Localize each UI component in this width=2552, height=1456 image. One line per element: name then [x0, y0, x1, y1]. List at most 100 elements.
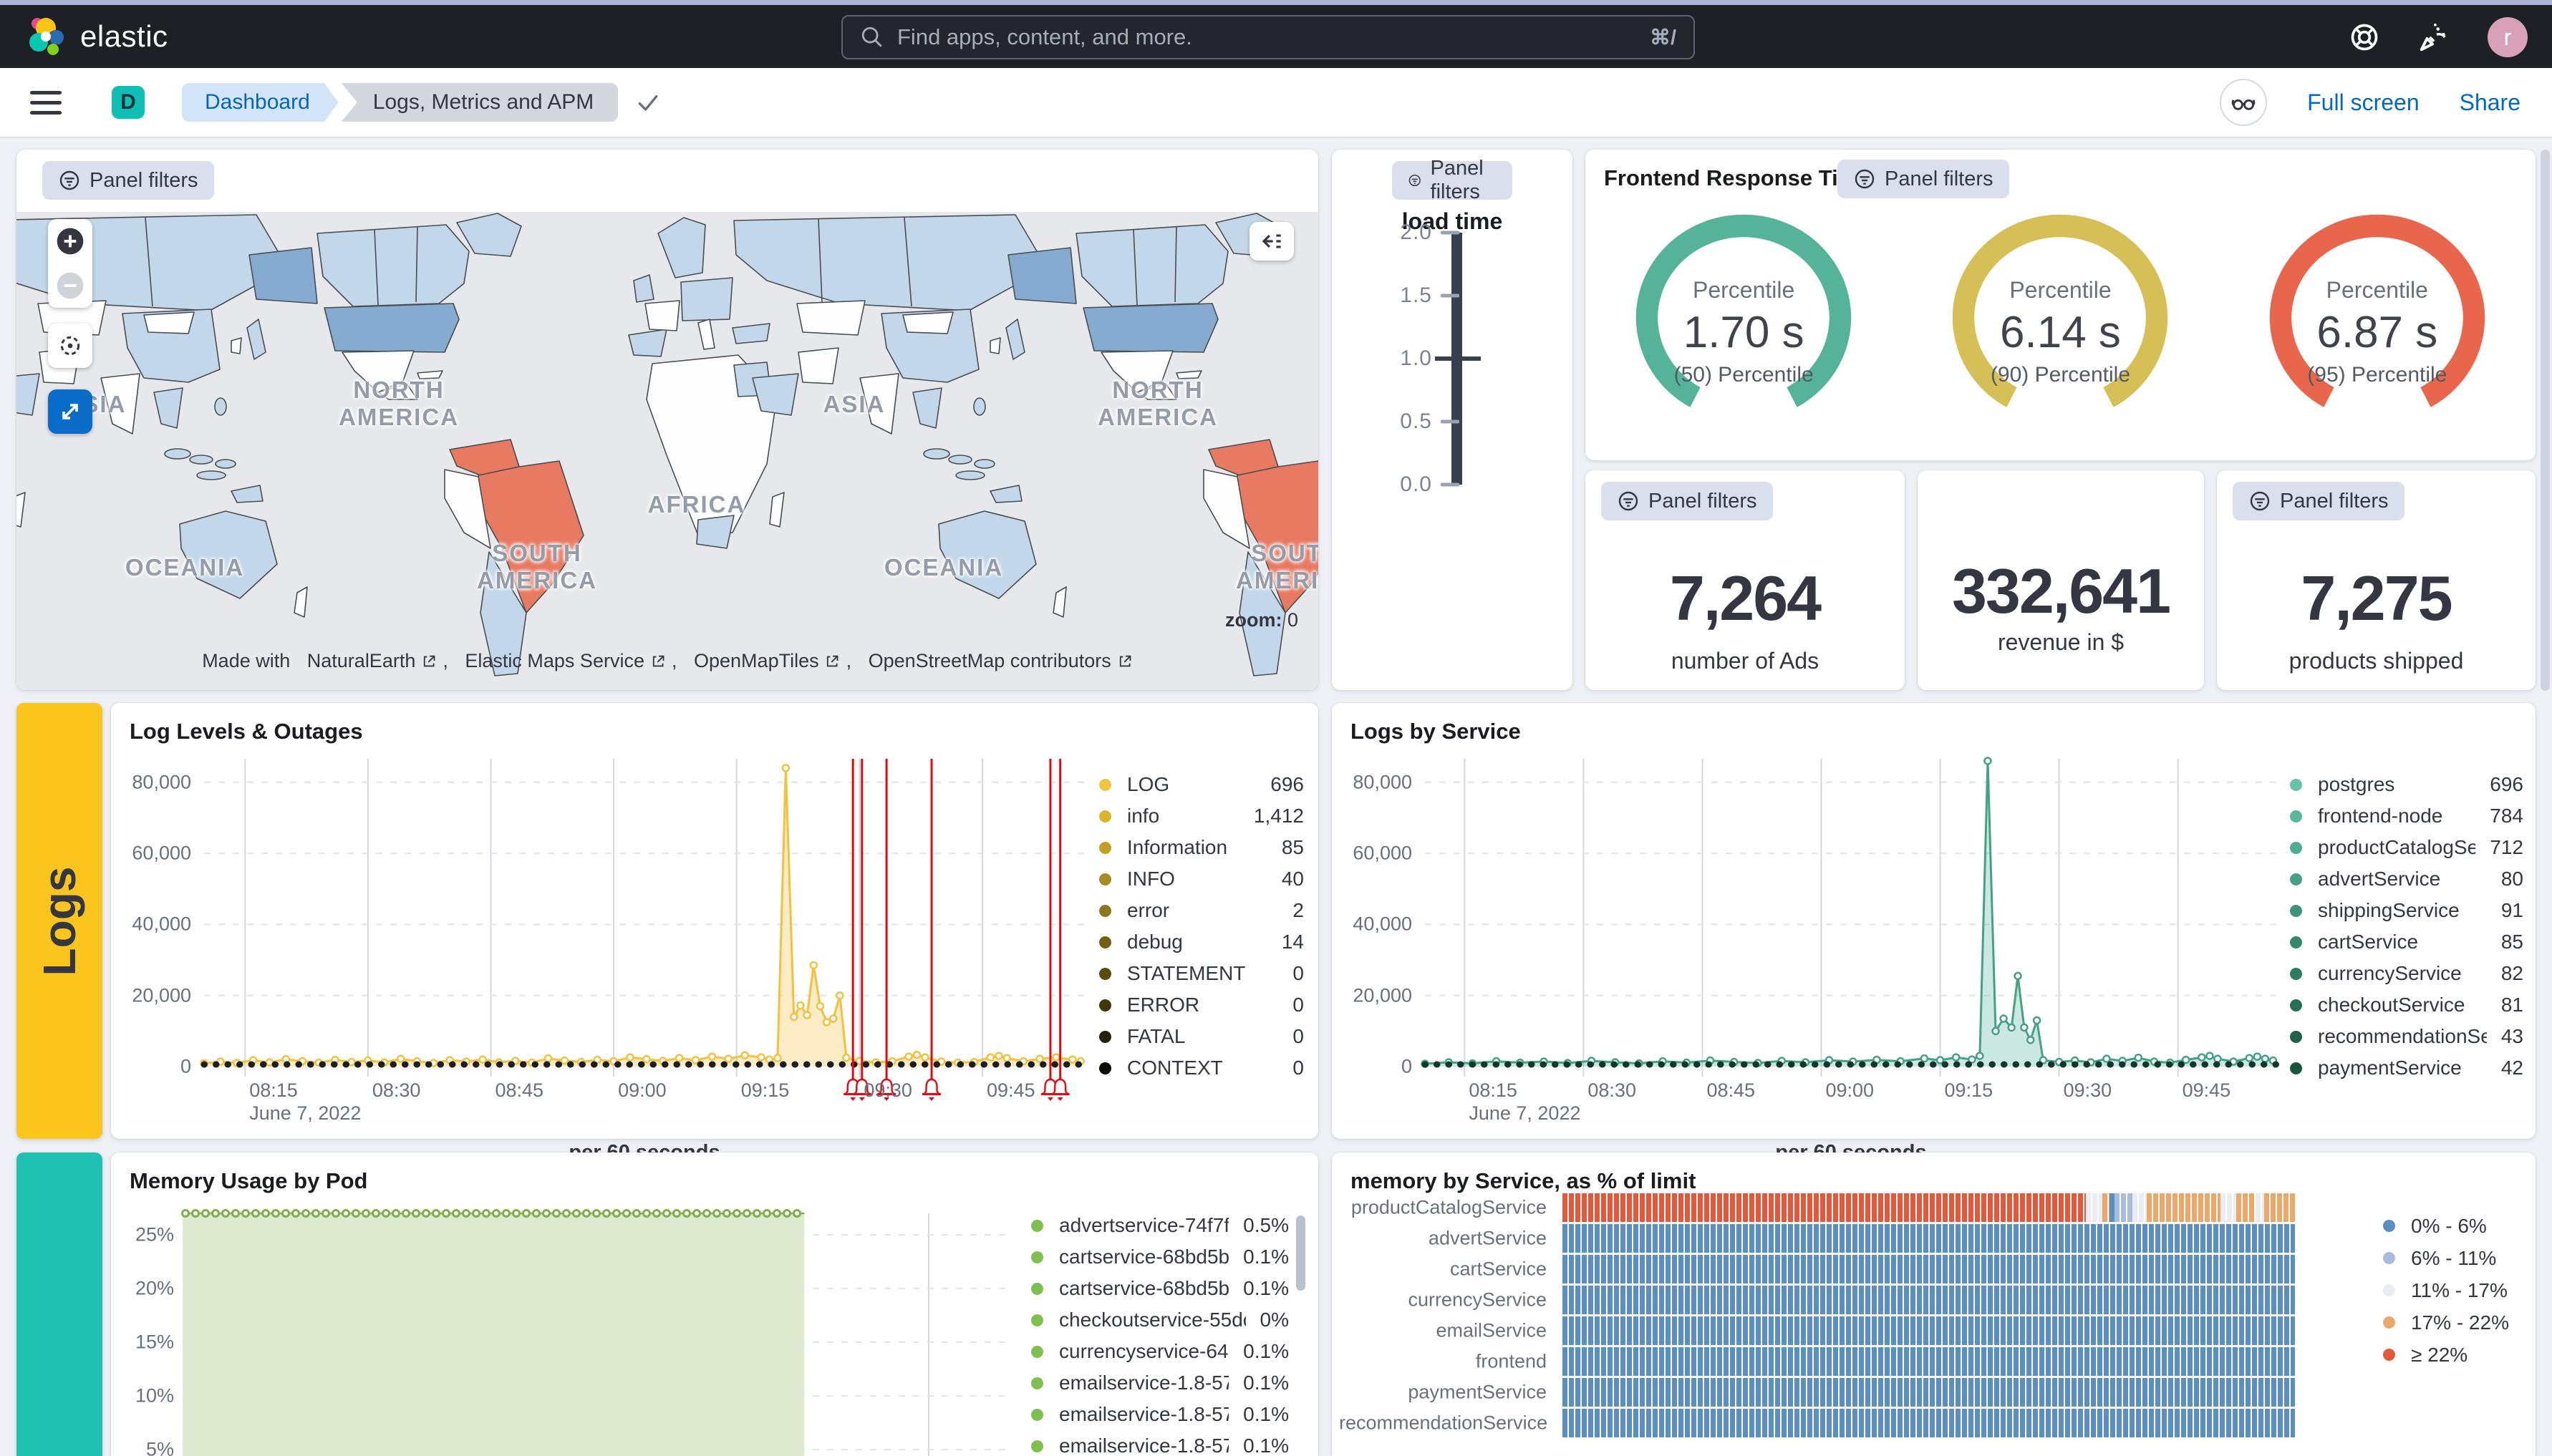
legend-label: ≥ 22%	[2411, 1343, 2468, 1366]
map-expand-button[interactable]	[48, 389, 92, 434]
legend-item[interactable]: productCatalogService 712	[2290, 832, 2523, 863]
metrics-section-tab[interactable]	[16, 1152, 102, 1456]
logs-by-service-legend: postgres 696 frontend-node 784 productCatalo…	[2290, 769, 2523, 1084]
panel-filters-button[interactable]: Panel filters	[1601, 482, 1773, 520]
legend-item[interactable]: 17% - 22%	[2383, 1306, 2526, 1339]
legend-item[interactable]: advertservice-74f7ff... 0.5%	[1031, 1210, 1289, 1241]
map-fit-data-button[interactable]	[48, 324, 92, 368]
elastic-logo[interactable]: elastic	[21, 14, 168, 59]
world-map[interactable]: NORTH AMERICA NORTH AMERICA SOUTH AMERIC…	[16, 212, 1318, 690]
legend-item[interactable]: emailservice-1.8-57f... 0.1%	[1031, 1430, 1289, 1456]
legend-item[interactable]: ≥ 22%	[2383, 1339, 2526, 1371]
attribution-link[interactable]: OpenStreetMap contributors	[869, 650, 1111, 672]
legend-item[interactable]: frontend-node 784	[2290, 800, 2523, 832]
attribution-link[interactable]: NaturalEarth	[307, 650, 416, 672]
heatmap-segment	[1562, 1316, 2295, 1345]
legend-item[interactable]: emailservice-1.8-57f... 0.1%	[1031, 1399, 1289, 1430]
view-only-glasses-icon[interactable]	[2220, 79, 2268, 126]
slider-value-marker[interactable]	[1435, 356, 1481, 361]
legend-item[interactable]: STATEMENT 0	[1099, 958, 1304, 989]
panel-title: Logs by Service	[1350, 719, 1521, 744]
legend-dot	[2383, 1316, 2395, 1329]
heatmap-row-cells[interactable]	[1562, 1224, 2295, 1253]
page-scrollbar[interactable]	[2541, 150, 2550, 691]
legend-item[interactable]: FATAL 0	[1099, 1021, 1304, 1052]
legend-item[interactable]: LOG 696	[1099, 769, 1304, 800]
legend-item[interactable]: postgres 696	[2290, 769, 2523, 800]
legend-label: 11% - 17%	[2411, 1278, 2508, 1301]
heatmap-row-cells[interactable]	[1562, 1286, 2295, 1314]
space-badge[interactable]: D	[112, 86, 145, 119]
legend-item[interactable]: Information 85	[1099, 832, 1304, 863]
legend-item[interactable]: emailservice-1.8-57f... 0.1%	[1031, 1367, 1289, 1399]
news-party-popper-icon[interactable]	[2417, 21, 2450, 54]
panel-filters-button[interactable]: Panel filters	[42, 161, 214, 200]
menu-hamburger-icon[interactable]	[30, 84, 62, 121]
x-axis-date-label: June 7, 2022	[1469, 1102, 1581, 1124]
user-avatar[interactable]: r	[2488, 17, 2528, 57]
legend-item[interactable]: advertService 80	[2290, 863, 2523, 895]
help-icon[interactable]	[2349, 21, 2380, 53]
legend-item[interactable]: info 1,412	[1099, 800, 1304, 832]
panel-filters-button[interactable]: Panel filters	[1392, 157, 1512, 203]
legend-item[interactable]: recommendationService 43	[2290, 1021, 2523, 1052]
x-tick-label: 09:45	[986, 1079, 1035, 1101]
memory-class-legend: 0% - 6% 6% - 11% 11% - 17% 17% - 22% ≥ 22%	[2383, 1210, 2526, 1371]
breadcrumb-dashboard[interactable]: Dashboard	[182, 83, 339, 122]
legend-item[interactable]: cartservice-68bd5b... 0.1%	[1031, 1273, 1289, 1304]
legend-item[interactable]: error 2	[1099, 895, 1304, 926]
heatmap-row-cells[interactable]	[1562, 1193, 2295, 1222]
attribution-link[interactable]: OpenMapTiles	[694, 650, 819, 672]
legend-item[interactable]: checkoutservice-55dc... 0%	[1031, 1304, 1289, 1336]
heatmap-row-cells[interactable]	[1562, 1378, 2295, 1407]
legend-item[interactable]: INFO 40	[1099, 863, 1304, 895]
heatmap-row-cells[interactable]	[1562, 1316, 2295, 1345]
legend-item[interactable]: currencyService 82	[2290, 958, 2523, 989]
legend-label: Information	[1127, 836, 1228, 858]
attribution-link[interactable]: Elastic Maps Service	[465, 650, 644, 672]
map-attribution[interactable]: Made with NaturalEarth, Elastic Maps Ser…	[202, 650, 1133, 672]
legend-label: shippingService	[2318, 899, 2460, 921]
legend-value: 0.1%	[1243, 1340, 1289, 1362]
heatmap-row-cells[interactable]	[1562, 1347, 2295, 1376]
global-search-input[interactable]: Find apps, content, and more. ⌘/	[841, 15, 1695, 59]
legend-value: 696	[1270, 773, 1304, 795]
heatmap-row-cells[interactable]	[1562, 1255, 2295, 1283]
legend-item[interactable]: cartService 85	[2290, 926, 2523, 958]
legend-item[interactable]: 0% - 6%	[2383, 1210, 2526, 1242]
legend-item[interactable]: cartservice-68bd5b... 0.1%	[1031, 1241, 1289, 1273]
legend-item[interactable]: 11% - 17%	[2383, 1274, 2526, 1306]
legend-item[interactable]: CONTEXT 0	[1099, 1052, 1304, 1084]
legend-label: 0% - 6%	[2411, 1214, 2487, 1237]
panel-filters-button[interactable]: Panel filters	[1837, 160, 2009, 198]
x-tick-label: 09:30	[2063, 1079, 2112, 1101]
map-zoom-in-button[interactable]	[48, 219, 92, 263]
logs-section-tab[interactable]: Logs	[16, 703, 102, 1139]
legend-label: INFO	[1127, 868, 1175, 890]
legend-value: 1,412	[1253, 805, 1304, 827]
legend-label: emailservice-1.8-57f...	[1059, 1435, 1229, 1456]
breadcrumb-current[interactable]: Logs, Metrics and APM	[341, 83, 619, 122]
map-legend-collapse-button[interactable]	[1250, 222, 1294, 261]
legend-value: 0.1%	[1243, 1277, 1289, 1299]
full-screen-button[interactable]: Full screen	[2307, 89, 2420, 116]
saved-check-icon[interactable]	[634, 88, 662, 117]
legend-item[interactable]: 6% - 11%	[2383, 1242, 2526, 1274]
map-zoom-out-button[interactable]	[48, 263, 92, 308]
legend-item[interactable]: currencyservice-64f... 0.1%	[1031, 1336, 1289, 1367]
legend-label: currencyService	[2318, 962, 2462, 984]
panel-filters-button[interactable]: Panel filters	[2233, 482, 2404, 520]
legend-item[interactable]: debug 14	[1099, 926, 1304, 958]
legend-item[interactable]: checkoutService 81	[2290, 989, 2523, 1021]
heatmap-row-cells[interactable]	[1562, 1409, 2295, 1437]
legend-scrollbar[interactable]	[1296, 1215, 1305, 1291]
legend-item[interactable]: paymentService 42	[2290, 1052, 2523, 1084]
legend-label: FATAL	[1127, 1025, 1186, 1047]
metric-value: 7,264	[1669, 563, 1822, 634]
search-placeholder: Find apps, content, and more.	[897, 24, 1192, 49]
heatmap-segment	[2086, 1193, 2102, 1222]
legend-item[interactable]: shippingService 91	[2290, 895, 2523, 926]
legend-item[interactable]: ERROR 0	[1099, 989, 1304, 1021]
share-button[interactable]: Share	[2460, 89, 2520, 116]
heatmap-row-label: currencyService	[1408, 1288, 1547, 1311]
